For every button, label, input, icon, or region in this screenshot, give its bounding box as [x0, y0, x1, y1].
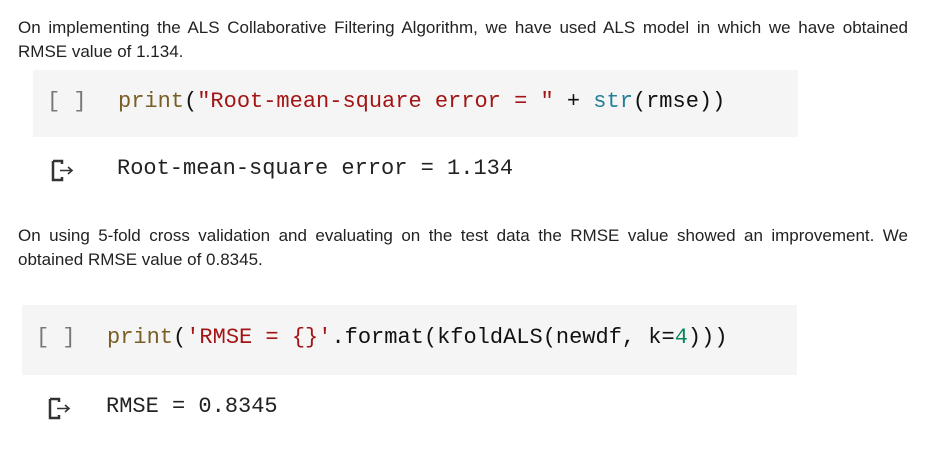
- code-token: 'RMSE = {}': [186, 325, 332, 350]
- code-token: print: [118, 89, 185, 114]
- code-cell-1[interactable]: [ ] print("Root-mean-square error = " + …: [33, 70, 798, 137]
- code-token: str: [593, 89, 633, 114]
- run-cell-button[interactable]: [ ]: [36, 325, 76, 350]
- code-token: ))): [687, 325, 728, 350]
- code-token: (rmse)): [632, 89, 726, 114]
- code-token: +: [553, 89, 594, 114]
- code-token: (: [184, 89, 198, 114]
- paragraph-rmse-als: On implementing the ALS Collaborative Fi…: [18, 18, 908, 61]
- code-line[interactable]: print("Root-mean-square error = " + str(…: [118, 89, 725, 114]
- code-token: .format(kfoldALS(newdf, k=: [331, 325, 675, 350]
- code-token: (: [173, 325, 187, 350]
- paragraph-kfold: On using 5-fold cross validation and eva…: [18, 226, 908, 269]
- output-arrow-icon: [48, 397, 71, 420]
- cell-output: Root-mean-square error = 1.134: [117, 156, 514, 181]
- code-line[interactable]: print('RMSE = {}'.format(kfoldALS(newdf,…: [107, 325, 728, 350]
- output-arrow-icon: [51, 159, 74, 182]
- code-token: 4: [674, 325, 688, 350]
- code-cell-2[interactable]: [ ] print('RMSE = {}'.format(kfoldALS(ne…: [22, 305, 797, 375]
- code-token: "Root-mean-square error = ": [197, 89, 554, 114]
- cell-output: RMSE = 0.8345: [106, 394, 278, 419]
- code-token: print: [107, 325, 174, 350]
- run-cell-button[interactable]: [ ]: [47, 89, 87, 114]
